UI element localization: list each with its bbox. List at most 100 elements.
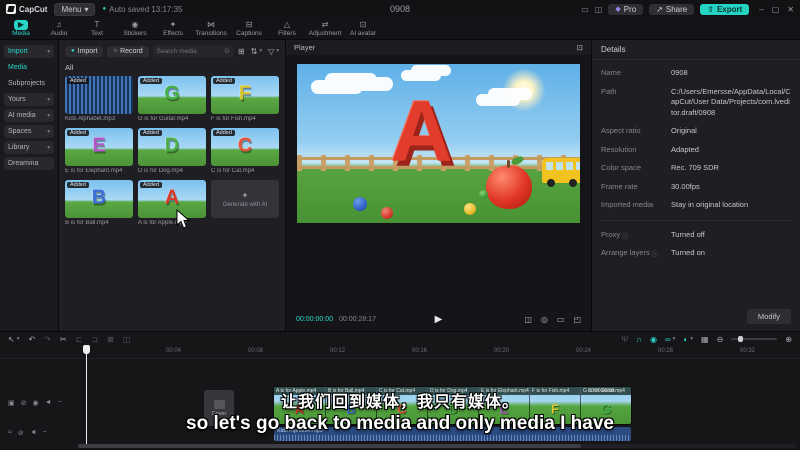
school-bus-graphic bbox=[542, 158, 580, 187]
magnet-toggle-icon[interactable]: ∩ bbox=[636, 335, 642, 344]
media-item-g-guitar[interactable]: Added G G is for Guitar.mp4 bbox=[138, 76, 206, 122]
generate-with-ai-card[interactable]: ✦ Generate with AI bbox=[211, 180, 279, 226]
chevron-down-icon: ▾ bbox=[276, 48, 279, 54]
added-badge: Added bbox=[140, 182, 162, 188]
ruler-tick: 00:32 bbox=[740, 348, 756, 354]
sidebar-item-yours[interactable]: Yours ▾ bbox=[4, 93, 54, 106]
sidebar-item-dreamina[interactable]: Dreamina bbox=[4, 157, 54, 170]
snapshot-icon[interactable]: ◎ bbox=[541, 315, 548, 324]
sidebar-item-subprojects[interactable]: Subprojects bbox=[4, 77, 54, 90]
sort-button[interactable]: ⇅ ▾ bbox=[251, 47, 262, 56]
effects-icon: ✦ bbox=[169, 19, 177, 29]
linking-toggle[interactable]: ∞ ▾ bbox=[665, 335, 675, 344]
timeline-ruler[interactable]: 00:04 00:08 00:12 00:16 00:20 00:24 00:2… bbox=[0, 346, 800, 359]
capcut-logo: CapCut bbox=[6, 4, 47, 14]
tab-audio[interactable]: ♫ Audio bbox=[40, 20, 78, 38]
media-item-kids-alphabet[interactable]: Added Kids Alphabet.mp3 bbox=[65, 76, 133, 122]
zoom-out-button[interactable]: ⊖ bbox=[717, 335, 724, 344]
added-badge: Added bbox=[67, 78, 89, 84]
ratio-icon[interactable]: ▭ bbox=[557, 315, 565, 324]
trim-right-button[interactable]: ⊐ bbox=[91, 335, 98, 344]
detail-value-resolution: Adapted bbox=[671, 144, 699, 154]
play-button[interactable]: ▶ bbox=[435, 314, 443, 325]
tab-transitions[interactable]: ⋈ Transitions bbox=[192, 20, 230, 38]
details-panel: Details Name 0908 Path C:/Users/Emersse/Ap… bbox=[592, 40, 800, 331]
sidebar-item-spaces[interactable]: Spaces ▾ bbox=[4, 125, 54, 138]
media-panel: ●Import ○Record ⊙ ⊞ ⇅▾ ▽▾ All Added Kids… bbox=[59, 40, 285, 331]
select-tool-button[interactable]: ↖ ▾ bbox=[8, 335, 19, 344]
detail-label: Proxy bbox=[601, 229, 621, 239]
tab-stickers[interactable]: ◉ Stickers bbox=[116, 20, 154, 38]
preview-axis-toggle[interactable]: ◐ ▾ bbox=[683, 335, 693, 344]
mirror-clip-button[interactable]: ◫ bbox=[123, 335, 131, 344]
search-input[interactable] bbox=[156, 47, 223, 55]
expand-panel-icon[interactable]: ⊡ bbox=[577, 43, 583, 52]
horizontal-scrollbar[interactable] bbox=[78, 444, 796, 448]
minimize-button[interactable]: – bbox=[759, 5, 763, 14]
tab-captions[interactable]: ⊟ Captions bbox=[230, 20, 268, 38]
media-grid: Added Kids Alphabet.mp3 Added G G is for … bbox=[65, 76, 279, 226]
tab-filters[interactable]: △ Filters bbox=[268, 20, 306, 38]
split-button[interactable]: ✂ bbox=[60, 335, 67, 344]
sidebar-item-ai-media[interactable]: AI media ▾ bbox=[4, 109, 54, 122]
autosave-dot-icon: ● bbox=[102, 6, 107, 12]
media-item-a-apple[interactable]: Added A A is for Apple.mp4 bbox=[138, 180, 206, 226]
zoom-in-button[interactable]: ⊕ bbox=[785, 335, 792, 344]
video-preview[interactable]: A bbox=[297, 64, 580, 223]
share-button[interactable]: ↗ Share bbox=[649, 3, 695, 15]
transitions-icon: ⋈ bbox=[207, 19, 215, 29]
maximize-button[interactable]: ▢ bbox=[772, 5, 780, 14]
layout-toggle-icon[interactable]: ▭ bbox=[581, 5, 589, 14]
close-button[interactable]: ✕ bbox=[787, 5, 794, 14]
media-item-e-elephant[interactable]: Added E E is for Elephant.mp4 bbox=[65, 128, 133, 174]
sidebar-item-library[interactable]: Library ▾ bbox=[4, 141, 54, 154]
record-voiceover-icon[interactable]: Ψ bbox=[622, 335, 629, 344]
delete-button[interactable]: ⊠ bbox=[107, 335, 114, 344]
autosave-status: ● Auto saved 13:17:35 bbox=[102, 4, 183, 14]
media-item-b-ball[interactable]: Added B B is for Ball.mp4 bbox=[65, 180, 133, 226]
media-item-d-dog[interactable]: Added D D is for Dog.mp4 bbox=[138, 128, 206, 174]
search-box[interactable]: ⊙ bbox=[152, 45, 234, 57]
ruler-tick: 00:20 bbox=[494, 348, 510, 354]
tab-adjustment[interactable]: ⇄ Adjustment bbox=[306, 20, 344, 38]
sidebar-item-media[interactable]: Media bbox=[4, 61, 54, 74]
mirror-preview-icon[interactable]: ◫ bbox=[524, 315, 532, 324]
menu-button[interactable]: Menu ▾ bbox=[54, 2, 96, 16]
tab-effects[interactable]: ✦ Effects bbox=[154, 20, 192, 38]
snapping-toggle-icon[interactable]: ◉ bbox=[650, 335, 657, 344]
media-item-f-fish[interactable]: Added F F is for Fish.mp4 bbox=[211, 76, 279, 122]
tab-ai-avatar[interactable]: ⊡ AI avatar bbox=[344, 20, 382, 38]
undo-button[interactable]: ↶ bbox=[28, 335, 35, 344]
sidebar-item-import[interactable]: Import ▾ bbox=[4, 45, 54, 58]
detail-label: Name bbox=[601, 68, 622, 77]
redo-button[interactable]: ↷ bbox=[44, 335, 51, 344]
panel-toggle-icon[interactable]: ◫ bbox=[595, 5, 603, 14]
import-button[interactable]: ● Import bbox=[65, 45, 104, 57]
tab-media[interactable]: ▶ Media bbox=[2, 19, 40, 38]
added-badge: Added bbox=[213, 78, 235, 84]
pro-button[interactable]: ◆ Pro bbox=[608, 3, 644, 15]
ruler-tick: 00:28 bbox=[658, 348, 674, 354]
tab-text[interactable]: T Text bbox=[78, 20, 116, 38]
ruler-tick: 00:08 bbox=[248, 348, 264, 354]
fullscreen-icon[interactable]: ◰ bbox=[573, 315, 581, 324]
export-button[interactable]: ⇧ Export bbox=[700, 3, 750, 15]
media-item-c-cat[interactable]: Added C C is for Cat.mp4 bbox=[211, 128, 279, 174]
cloud-graphic bbox=[476, 94, 520, 106]
view-grid-icon[interactable]: ⊞ bbox=[238, 47, 245, 56]
modify-button[interactable]: Modify bbox=[746, 309, 791, 324]
mouse-cursor bbox=[176, 209, 191, 229]
mask-view-icon[interactable]: ▦ bbox=[701, 335, 709, 344]
zoom-slider-handle[interactable] bbox=[738, 336, 744, 342]
cloud-graphic bbox=[401, 70, 441, 81]
video-thumbnail: Added D bbox=[138, 128, 206, 166]
record-button[interactable]: ○ Record bbox=[107, 45, 149, 57]
filter-button[interactable]: ▽ ▾ bbox=[268, 47, 279, 56]
import-icon: ● bbox=[71, 48, 75, 54]
trim-left-button[interactable]: ⊏ bbox=[76, 335, 83, 344]
details-title: Details bbox=[592, 40, 800, 60]
media-section-all[interactable]: All bbox=[65, 63, 279, 72]
timeline-zoom-slider[interactable] bbox=[731, 336, 778, 342]
cursor-icon: ↖ bbox=[8, 334, 15, 344]
scrollbar-thumb[interactable] bbox=[78, 444, 581, 448]
